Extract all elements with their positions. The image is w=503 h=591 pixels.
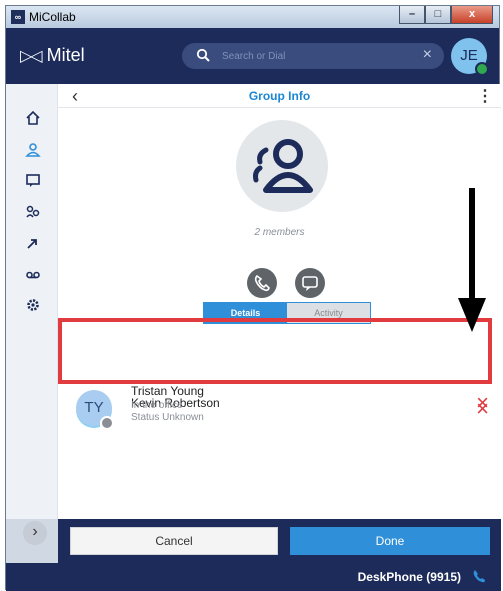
contacts-icon[interactable]: [25, 142, 41, 158]
search-bar[interactable]: ×: [182, 43, 444, 69]
window-controls: – □ x: [399, 6, 493, 25]
title-bar: ∞ MiCollab – □ x: [6, 6, 499, 28]
chat-icon[interactable]: [25, 172, 41, 188]
search-icon: [196, 48, 210, 62]
member-status: In the office: [131, 400, 183, 411]
group-info-panel: ‹ Group Info ⋮ 2 members Details Activit…: [58, 84, 501, 519]
tab-activity[interactable]: Activity: [287, 303, 370, 323]
action-footer: Cancel Done: [58, 519, 501, 563]
group-avatar: [236, 120, 328, 212]
call-history-icon[interactable]: [25, 235, 41, 251]
user-initials: JE: [460, 47, 478, 64]
panel-header: ‹ Group Info ⋮: [58, 84, 501, 108]
home-icon[interactable]: [25, 110, 41, 126]
cancel-button[interactable]: Cancel: [70, 527, 278, 555]
brand-name: Mitel: [46, 45, 85, 65]
group-people-icon: [253, 139, 313, 193]
more-options-button[interactable]: ⋮: [477, 86, 493, 106]
settings-icon[interactable]: [25, 297, 41, 313]
window-title: MiCollab: [29, 10, 76, 24]
presence-available-icon: [475, 62, 489, 76]
phone-icon: [254, 274, 270, 292]
user-avatar[interactable]: JE: [451, 38, 489, 76]
list-item[interactable]: TY Tristan Young In the office ×: [58, 384, 501, 436]
presence-unknown-icon: [100, 416, 114, 430]
active-device[interactable]: DeskPhone (9915): [358, 570, 461, 584]
top-bar: ▷◁ Mitel × JE: [6, 28, 499, 84]
clear-search-icon[interactable]: ×: [423, 46, 432, 64]
status-bar: DeskPhone (9915): [6, 563, 501, 591]
sidebar: ›: [6, 84, 58, 545]
tab-details[interactable]: Details: [204, 303, 287, 323]
mitel-app-icon: ∞: [11, 10, 25, 24]
done-button[interactable]: Done: [290, 527, 490, 555]
member-count: 2 members: [254, 227, 305, 238]
close-button[interactable]: x: [451, 6, 493, 24]
annotation-arrow-icon: [458, 188, 486, 332]
mitel-logo-icon: ▷◁: [20, 47, 43, 65]
chat-group-button[interactable]: [295, 268, 325, 298]
member-name: Tristan Young: [131, 384, 204, 398]
call-group-button[interactable]: [247, 268, 277, 298]
mitel-logo: ▷◁ Mitel: [20, 45, 85, 66]
phone-icon: [473, 570, 485, 583]
remove-member-icon[interactable]: ×: [476, 392, 489, 414]
minimize-button[interactable]: –: [399, 6, 425, 24]
row-divider: [80, 382, 488, 383]
chat-bubble-icon: [302, 276, 318, 291]
page-title: Group Info: [248, 89, 311, 103]
groups-icon[interactable]: [25, 204, 41, 220]
maximize-button[interactable]: □: [425, 6, 451, 24]
voicemail-icon[interactable]: [25, 266, 41, 282]
search-input[interactable]: [222, 47, 402, 65]
expand-sidebar-button[interactable]: ›: [23, 521, 47, 545]
detail-tabs: Details Activity: [203, 302, 371, 324]
micollab-window: ∞ MiCollab – □ x ▷◁ Mitel × JE: [5, 5, 501, 591]
